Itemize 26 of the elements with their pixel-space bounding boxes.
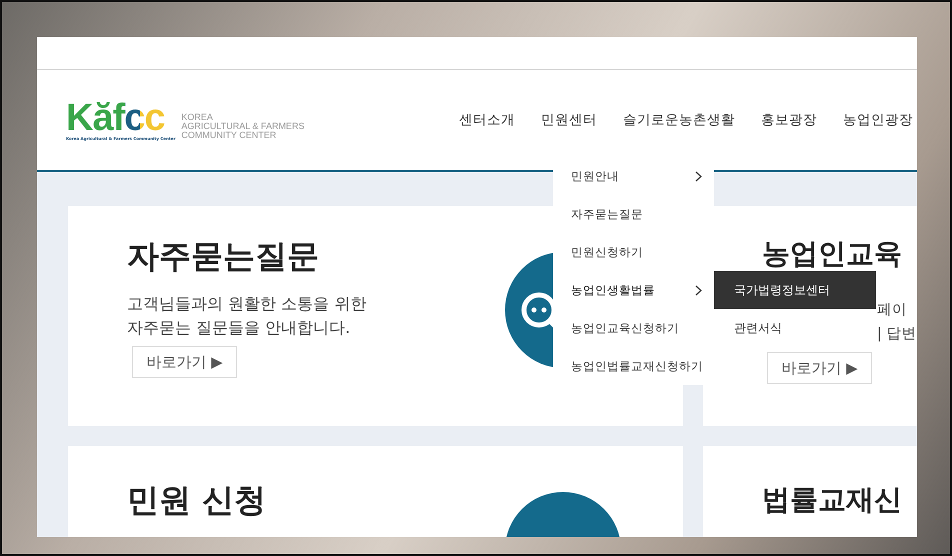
card-title: 법률교재신 — [762, 482, 902, 518]
card-description: | 답변 — [877, 325, 916, 344]
card-description: 자주묻는 질문들을 안내합니다. — [127, 317, 350, 339]
logo-text: COMMUNITY CENTER — [181, 130, 278, 140]
logo-text: KOREA — [181, 112, 214, 122]
card-description: 고객님들과의 원활한 소통을 위한 — [127, 293, 366, 315]
card-title: 농업인교육 — [762, 236, 902, 272]
submenu-item[interactable]: 관련서식 — [714, 309, 876, 347]
menu-item[interactable]: 농업인생활법률 — [553, 271, 714, 309]
nav-link[interactable]: 민원센터 — [541, 111, 597, 129]
go-button[interactable]: 바로가기 ▶ — [767, 352, 872, 384]
menu-item[interactable]: 농업인법률교재신청하기 — [553, 347, 714, 385]
menu-item[interactable]: 자주묻는질문 — [553, 195, 714, 233]
menu-item[interactable]: 민원안내 — [553, 157, 714, 195]
nav-link[interactable]: 농업인광장 — [843, 111, 913, 129]
nav-link[interactable]: 슬기로운농촌생활 — [623, 111, 735, 129]
card-title: 민원 신청 — [127, 480, 266, 520]
menu-item[interactable]: 농업인교육신청하기 — [553, 309, 714, 347]
nav-link[interactable]: 홍보광장 — [761, 111, 817, 129]
nav-link[interactable]: 센터소개 — [459, 111, 515, 129]
menu-item[interactable]: 민원신청하기 — [553, 233, 714, 271]
submenu-item[interactable]: 국가법령정보센터 — [714, 271, 876, 309]
go-button[interactable]: 바로가기 ▶ — [132, 346, 237, 378]
card-description: 페이 — [877, 301, 907, 320]
card-title: 자주묻는질문 — [127, 236, 319, 276]
logo-text: AGRICULTURAL & FARMERS — [181, 122, 304, 130]
